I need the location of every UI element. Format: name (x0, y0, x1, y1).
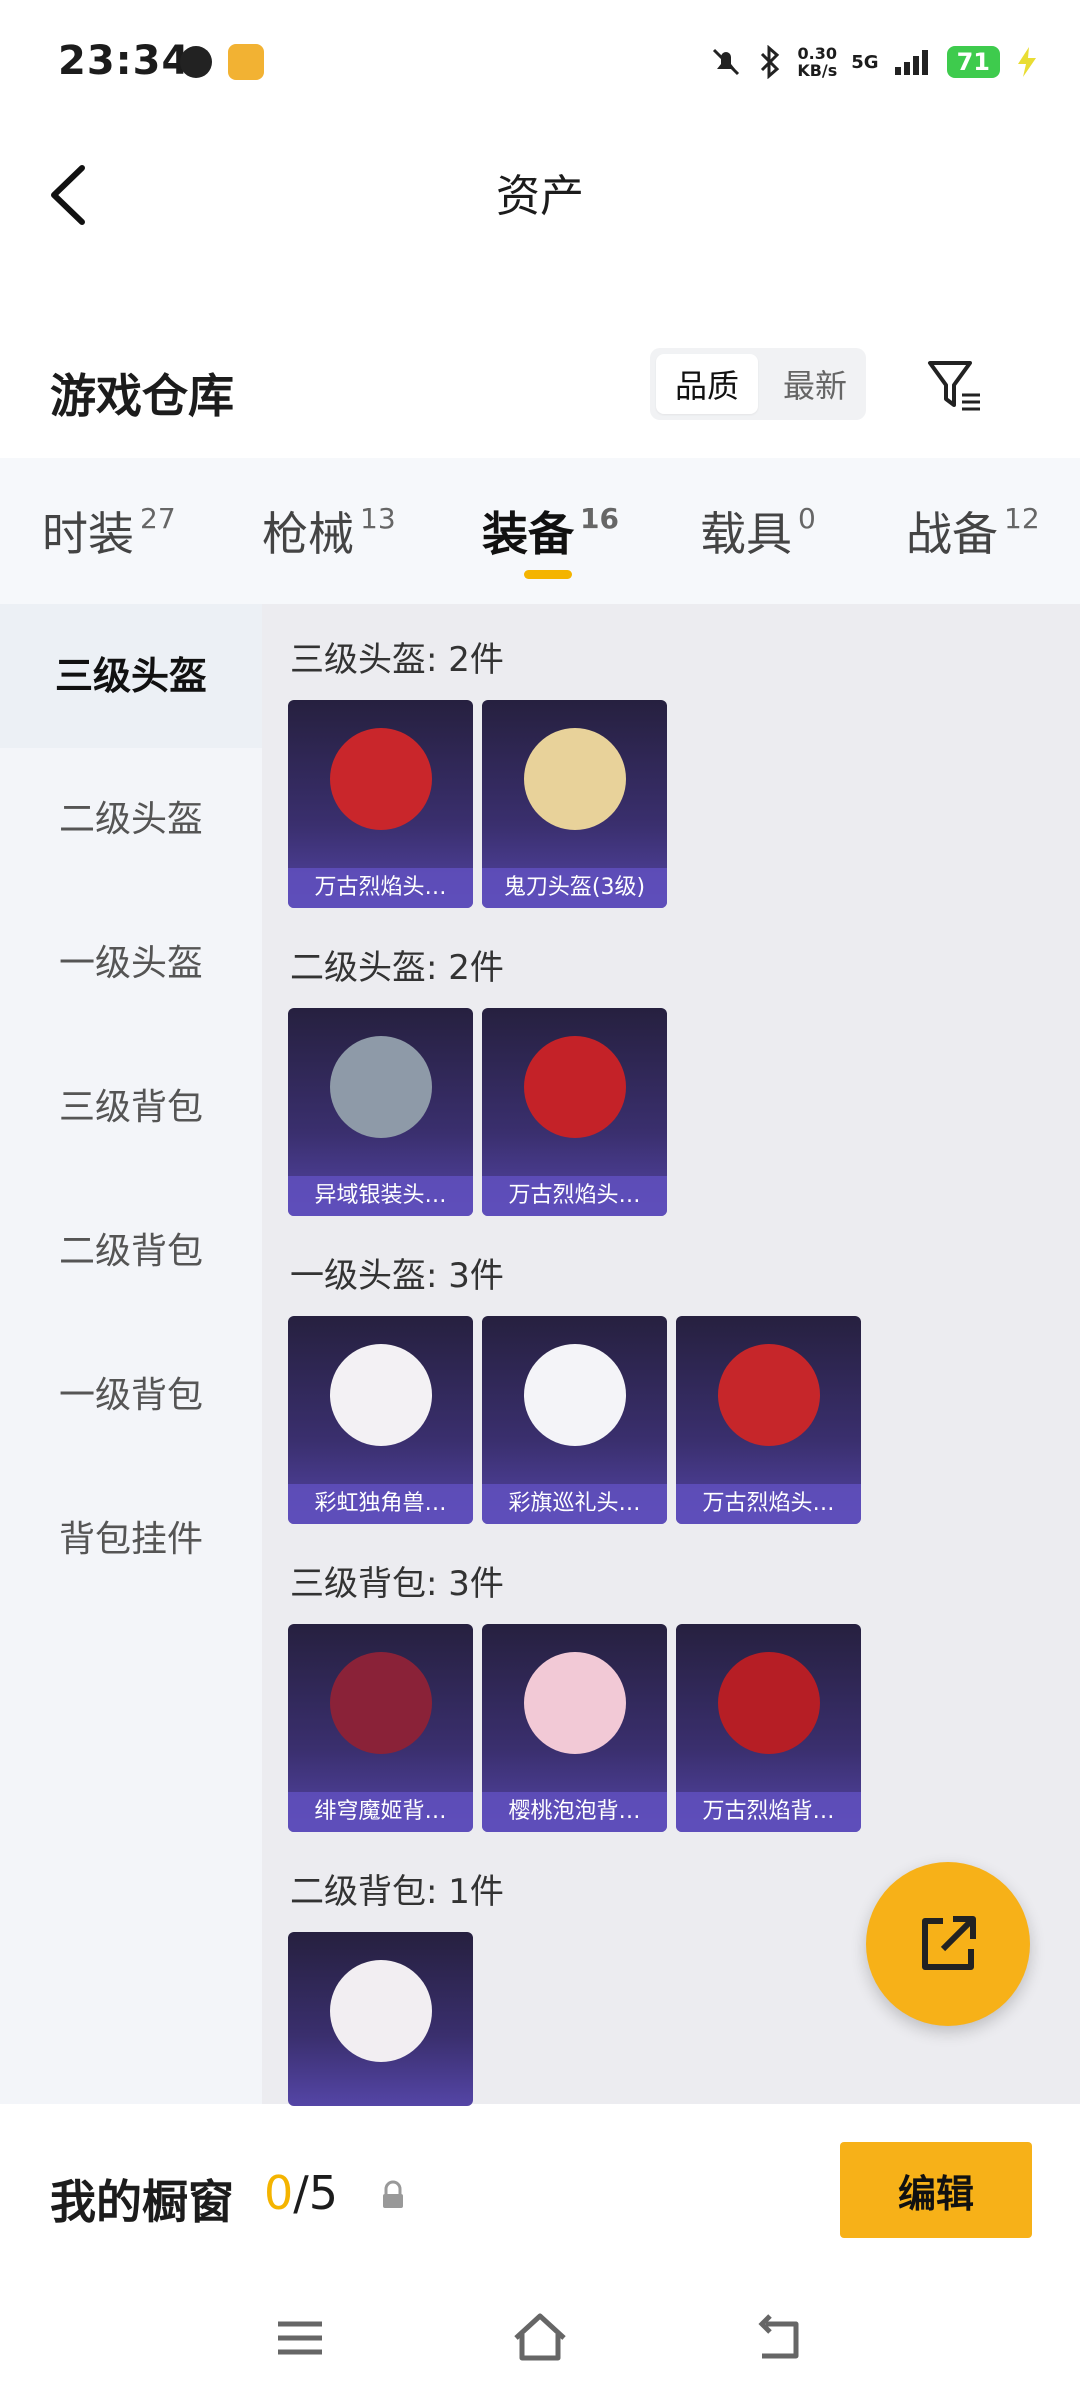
section-title: 游戏仓库 (50, 369, 234, 423)
mute-icon (713, 48, 740, 76)
status-bar: 23:34 0.30 KB/s 5G 71 (0, 0, 1080, 130)
item-card[interactable]: 万古烈焰头… (288, 700, 473, 908)
sidebar-item-lvl1-backpack[interactable]: 一级背包 (0, 1346, 262, 1446)
item-name: 彩旗巡礼头… (482, 1484, 667, 1524)
globe-icon (180, 46, 212, 78)
sidebar-item-lvl3-helmet[interactable]: 三级头盔 (0, 604, 262, 748)
helmet-icon (718, 1344, 820, 1446)
item-card[interactable]: 彩虹独角兽… (288, 1316, 473, 1524)
item-card[interactable]: 异域银装头… (288, 1008, 473, 1216)
app-notification-icon (228, 44, 264, 80)
battery-level: 71 (946, 46, 1000, 78)
group-title: 二级背包: 1件 (290, 1872, 504, 1912)
helmet-icon (330, 1036, 432, 1138)
filter-icon[interactable] (924, 355, 984, 415)
item-name: 鬼刀头盔(3级) (482, 868, 667, 908)
tab-weapons[interactable]: 枪械 13 (262, 498, 396, 564)
sort-toggle: 品质 最新 (650, 348, 866, 420)
item-card[interactable]: 万古烈焰背… (676, 1624, 861, 1832)
helmet-icon (524, 1036, 626, 1138)
tab-equipment[interactable]: 装备 16 (482, 498, 619, 564)
backpack-icon (718, 1652, 820, 1754)
sort-option-quality[interactable]: 品质 (656, 354, 758, 414)
share-icon (922, 1916, 976, 1970)
charging-icon (1018, 47, 1036, 77)
tab-supplies[interactable]: 战备 12 (906, 498, 1040, 564)
active-tab-indicator (524, 570, 572, 579)
sidebar-item-lvl3-backpack[interactable]: 三级背包 (0, 1058, 262, 1158)
share-button[interactable] (866, 1862, 1030, 2026)
item-name: 异域银装头… (288, 1176, 473, 1216)
status-right-group: 0.30 KB/s 5G 71 (709, 40, 1040, 84)
item-name: 万古烈焰头… (676, 1484, 861, 1524)
lock-icon (383, 2180, 403, 2208)
item-card[interactable]: 万古烈焰头… (676, 1316, 861, 1524)
page-title: 资产 (496, 171, 584, 222)
helmet-icon (330, 1344, 432, 1446)
sort-option-newest[interactable]: 最新 (764, 348, 866, 420)
backpack-icon (330, 1652, 432, 1754)
tab-fashion[interactable]: 时装 27 (42, 498, 176, 564)
item-name: 彩虹独角兽… (288, 1484, 473, 1524)
showcase-label: 我的橱窗 (50, 2175, 234, 2229)
home-icon[interactable] (510, 2308, 570, 2368)
item-name: 万古烈焰头… (288, 868, 473, 908)
backpack-icon (524, 1652, 626, 1754)
group-title: 三级头盔: 2件 (290, 640, 504, 680)
backpack-icon (330, 1960, 432, 2062)
tab-vehicles[interactable]: 载具 0 (700, 498, 816, 564)
item-card[interactable]: 万古烈焰头… (482, 1008, 667, 1216)
item-card[interactable]: 绯穹魔姬背… (288, 1624, 473, 1832)
showcase-count: 0/5 (264, 2166, 339, 2220)
item-card[interactable]: 彩旗巡礼头… (482, 1316, 667, 1524)
item-card[interactable] (288, 1932, 473, 2106)
group-title: 一级头盔: 3件 (290, 1256, 504, 1296)
bluetooth-icon (761, 45, 780, 79)
group-title: 二级头盔: 2件 (290, 948, 504, 988)
group-title: 三级背包: 3件 (290, 1564, 504, 1604)
helmet-icon (330, 728, 432, 830)
item-card[interactable]: 鬼刀头盔(3级) (482, 700, 667, 908)
item-name: 万古烈焰背… (676, 1792, 861, 1832)
signal-icon (894, 50, 928, 75)
item-name: 万古烈焰头… (482, 1176, 667, 1216)
sidebar-item-lvl1-helmet[interactable]: 一级头盔 (0, 914, 262, 1014)
menu-icon[interactable] (270, 2308, 330, 2368)
net-speed: 0.30 KB/s (797, 44, 838, 80)
helmet-icon (524, 1344, 626, 1446)
edit-button[interactable]: 编辑 (840, 2142, 1032, 2238)
item-card[interactable]: 樱桃泡泡背… (482, 1624, 667, 1832)
network-type: 5G (851, 51, 879, 73)
sidebar-item-lvl2-backpack[interactable]: 二级背包 (0, 1202, 262, 1302)
status-time: 23:34 (58, 38, 191, 84)
item-name: 绯穹魔姬背… (288, 1792, 473, 1832)
sidebar-item-lvl2-helmet[interactable]: 二级头盔 (0, 770, 262, 870)
item-name: 樱桃泡泡背… (482, 1792, 667, 1832)
category-tabs: 时装 27 枪械 13 装备 16 载具 0 战备 12 (0, 458, 1080, 604)
back-icon[interactable] (750, 2308, 810, 2368)
helmet-icon (524, 728, 626, 830)
sidebar-item-backpack-charm[interactable]: 背包挂件 (0, 1490, 262, 1590)
